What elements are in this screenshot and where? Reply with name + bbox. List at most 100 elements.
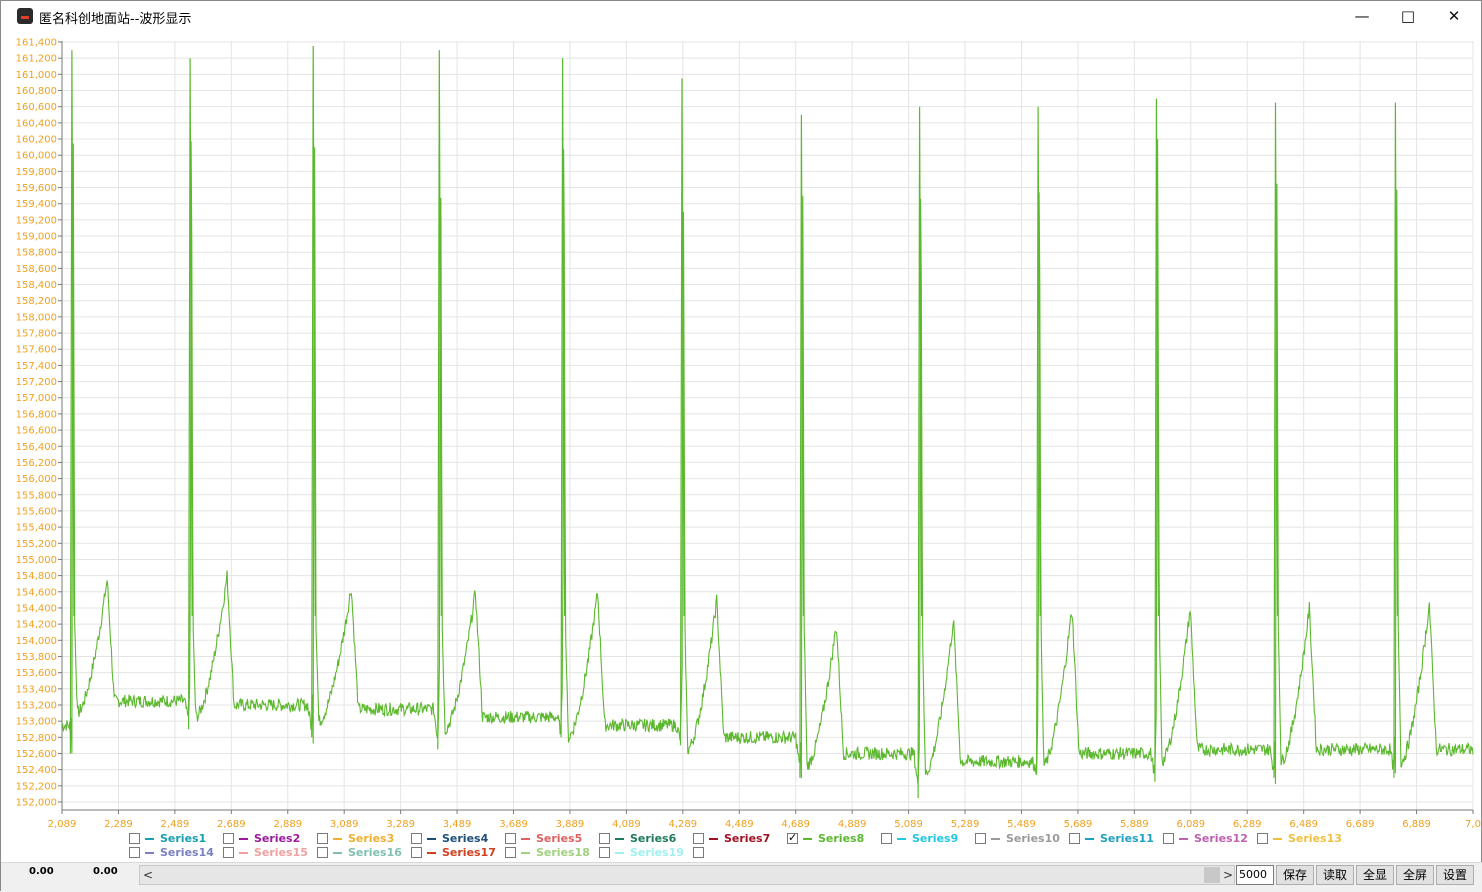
minimize-button[interactable]: — [1339, 1, 1385, 32]
y-tick-label: 153,000 [16, 717, 57, 728]
legend-label: Series7 [724, 832, 771, 845]
legend-swatch [333, 838, 342, 840]
legend-swatch [1273, 838, 1282, 840]
maximize-button[interactable]: □ [1385, 1, 1431, 32]
legend-swatch [709, 838, 718, 840]
legend-checkbox[interactable] [129, 833, 140, 844]
legend-swatch [427, 838, 436, 840]
y-tick-label: 157,400 [16, 361, 57, 372]
y-tick-label: 154,000 [16, 636, 57, 647]
x-tick-label: 4,289 [669, 819, 698, 830]
y-tick-label: 154,200 [16, 620, 57, 631]
status-bar: 0.00 0.00 < > 5000 保存 读取 全显 全屏 设置 [1, 862, 1482, 892]
legend-swatch [991, 838, 1000, 840]
legend-checkbox[interactable] [1069, 833, 1080, 844]
y-tick-label: 159,400 [16, 199, 57, 210]
save-button[interactable]: 保存 [1276, 865, 1314, 885]
y-tick-label: 155,200 [16, 539, 57, 550]
y-tick-label: 156,200 [16, 458, 57, 469]
legend-checkbox[interactable] [599, 833, 610, 844]
legend-label: Series12 [1194, 832, 1248, 845]
legend-label: Series2 [254, 832, 301, 845]
legend-label: Series11 [1100, 832, 1154, 845]
close-icon: ✕ [1447, 7, 1461, 25]
waveform-window: 匿名科创地面站--波形显示 — □ ✕ 161,400 161,200 161,00… [0, 0, 1482, 892]
maximize-icon: □ [1400, 7, 1416, 25]
y-tick-label: 158,000 [16, 312, 57, 323]
points-input[interactable]: 5000 [1236, 865, 1274, 885]
legend-checkbox[interactable] [411, 847, 422, 858]
close-button[interactable]: ✕ [1431, 1, 1477, 32]
legend-swatch [897, 838, 906, 840]
legend-checkbox[interactable] [599, 847, 610, 858]
x-axis-ticks: 2,089 2,289 2,489 2,689 2,889 3,089 3,289 3,489… [48, 810, 1481, 830]
legend-checkbox[interactable] [317, 833, 328, 844]
scroll-left-icon[interactable]: < [140, 866, 156, 884]
waveform-chart[interactable]: 161,400 161,200 161,000 160,800 160,600 160,4… [1, 32, 1482, 831]
legend-checkbox[interactable] [411, 833, 422, 844]
legend-checkbox[interactable] [129, 847, 140, 858]
y-tick-label: 160,000 [16, 151, 57, 162]
horizontal-scrollbar[interactable]: < > [139, 865, 1235, 885]
y-tick-label: 155,400 [16, 523, 57, 534]
y-tick-label: 158,200 [16, 296, 57, 307]
y-tick-label: 153,400 [16, 684, 57, 695]
legend-checkbox[interactable] [223, 847, 234, 858]
x-tick-label: 2,889 [273, 819, 302, 830]
legend-checkbox[interactable] [317, 847, 328, 858]
x-tick-label: 4,889 [838, 819, 867, 830]
y-tick-label: 157,600 [16, 345, 57, 356]
y-tick-label: 154,800 [16, 571, 57, 582]
x-tick-label: 3,289 [386, 819, 415, 830]
scroll-thumb[interactable] [1204, 867, 1220, 883]
scroll-right-icon[interactable]: > [1220, 866, 1236, 884]
read-button[interactable]: 读取 [1316, 865, 1354, 885]
legend-checkbox[interactable] [223, 833, 234, 844]
legend-swatch [427, 852, 436, 854]
window-title: 匿名科创地面站--波形显示 [39, 12, 192, 27]
y-tick-label: 161,000 [16, 70, 57, 81]
y-tick-label: 160,400 [16, 118, 57, 129]
y-tick-label: 156,000 [16, 474, 57, 485]
y-tick-label: 155,800 [16, 490, 57, 501]
y-tick-label: 152,800 [16, 733, 57, 744]
show-all-button[interactable]: 全显 [1356, 865, 1394, 885]
legend-swatch [615, 852, 624, 854]
x-tick-label: 3,089 [330, 819, 359, 830]
legend-swatch [1179, 838, 1188, 840]
title-bar[interactable]: 匿名科创地面站--波形显示 — □ ✕ [1, 1, 1481, 32]
y-tick-label: 159,000 [16, 232, 57, 243]
plot-area [62, 41, 1473, 810]
legend-swatch [615, 838, 624, 840]
legend-swatch [521, 852, 530, 854]
y-tick-label: 158,600 [16, 264, 57, 275]
fullscreen-button[interactable]: 全屏 [1396, 865, 1434, 885]
x-tick-label: 6,489 [1289, 819, 1318, 830]
y-tick-label: 157,800 [16, 329, 57, 340]
settings-button[interactable]: 设置 [1436, 865, 1474, 885]
legend-checkbox[interactable] [1163, 833, 1174, 844]
y-tick-label: 158,800 [16, 248, 57, 259]
y-tick-label: 157,200 [16, 377, 57, 388]
legend-label: Series9 [912, 832, 959, 845]
legend-checkbox[interactable] [787, 831, 798, 844]
legend-checkbox[interactable] [693, 833, 704, 844]
y-tick-label: 152,400 [16, 765, 57, 776]
legend-checkbox[interactable] [505, 833, 516, 844]
legend-checkbox[interactable] [881, 833, 892, 844]
legend-label: Series10 [1006, 832, 1060, 845]
y-tick-label: 155,600 [16, 506, 57, 517]
y-tick-label: 156,600 [16, 426, 57, 437]
y-tick-label: 152,000 [16, 798, 57, 809]
legend-checkbox[interactable] [975, 833, 986, 844]
legend-checkbox[interactable] [1257, 833, 1268, 844]
y-tick-label: 156,400 [16, 442, 57, 453]
legend-checkbox[interactable] [505, 847, 516, 858]
x-tick-label: 4,689 [781, 819, 810, 830]
legend-checkbox[interactable] [693, 847, 704, 858]
legend-label: Series3 [348, 832, 395, 845]
y-tick-label: 160,600 [16, 102, 57, 113]
legend-swatch [239, 852, 248, 854]
y-tick-label: 157,000 [16, 393, 57, 404]
legend-label: Series19 [630, 846, 684, 859]
